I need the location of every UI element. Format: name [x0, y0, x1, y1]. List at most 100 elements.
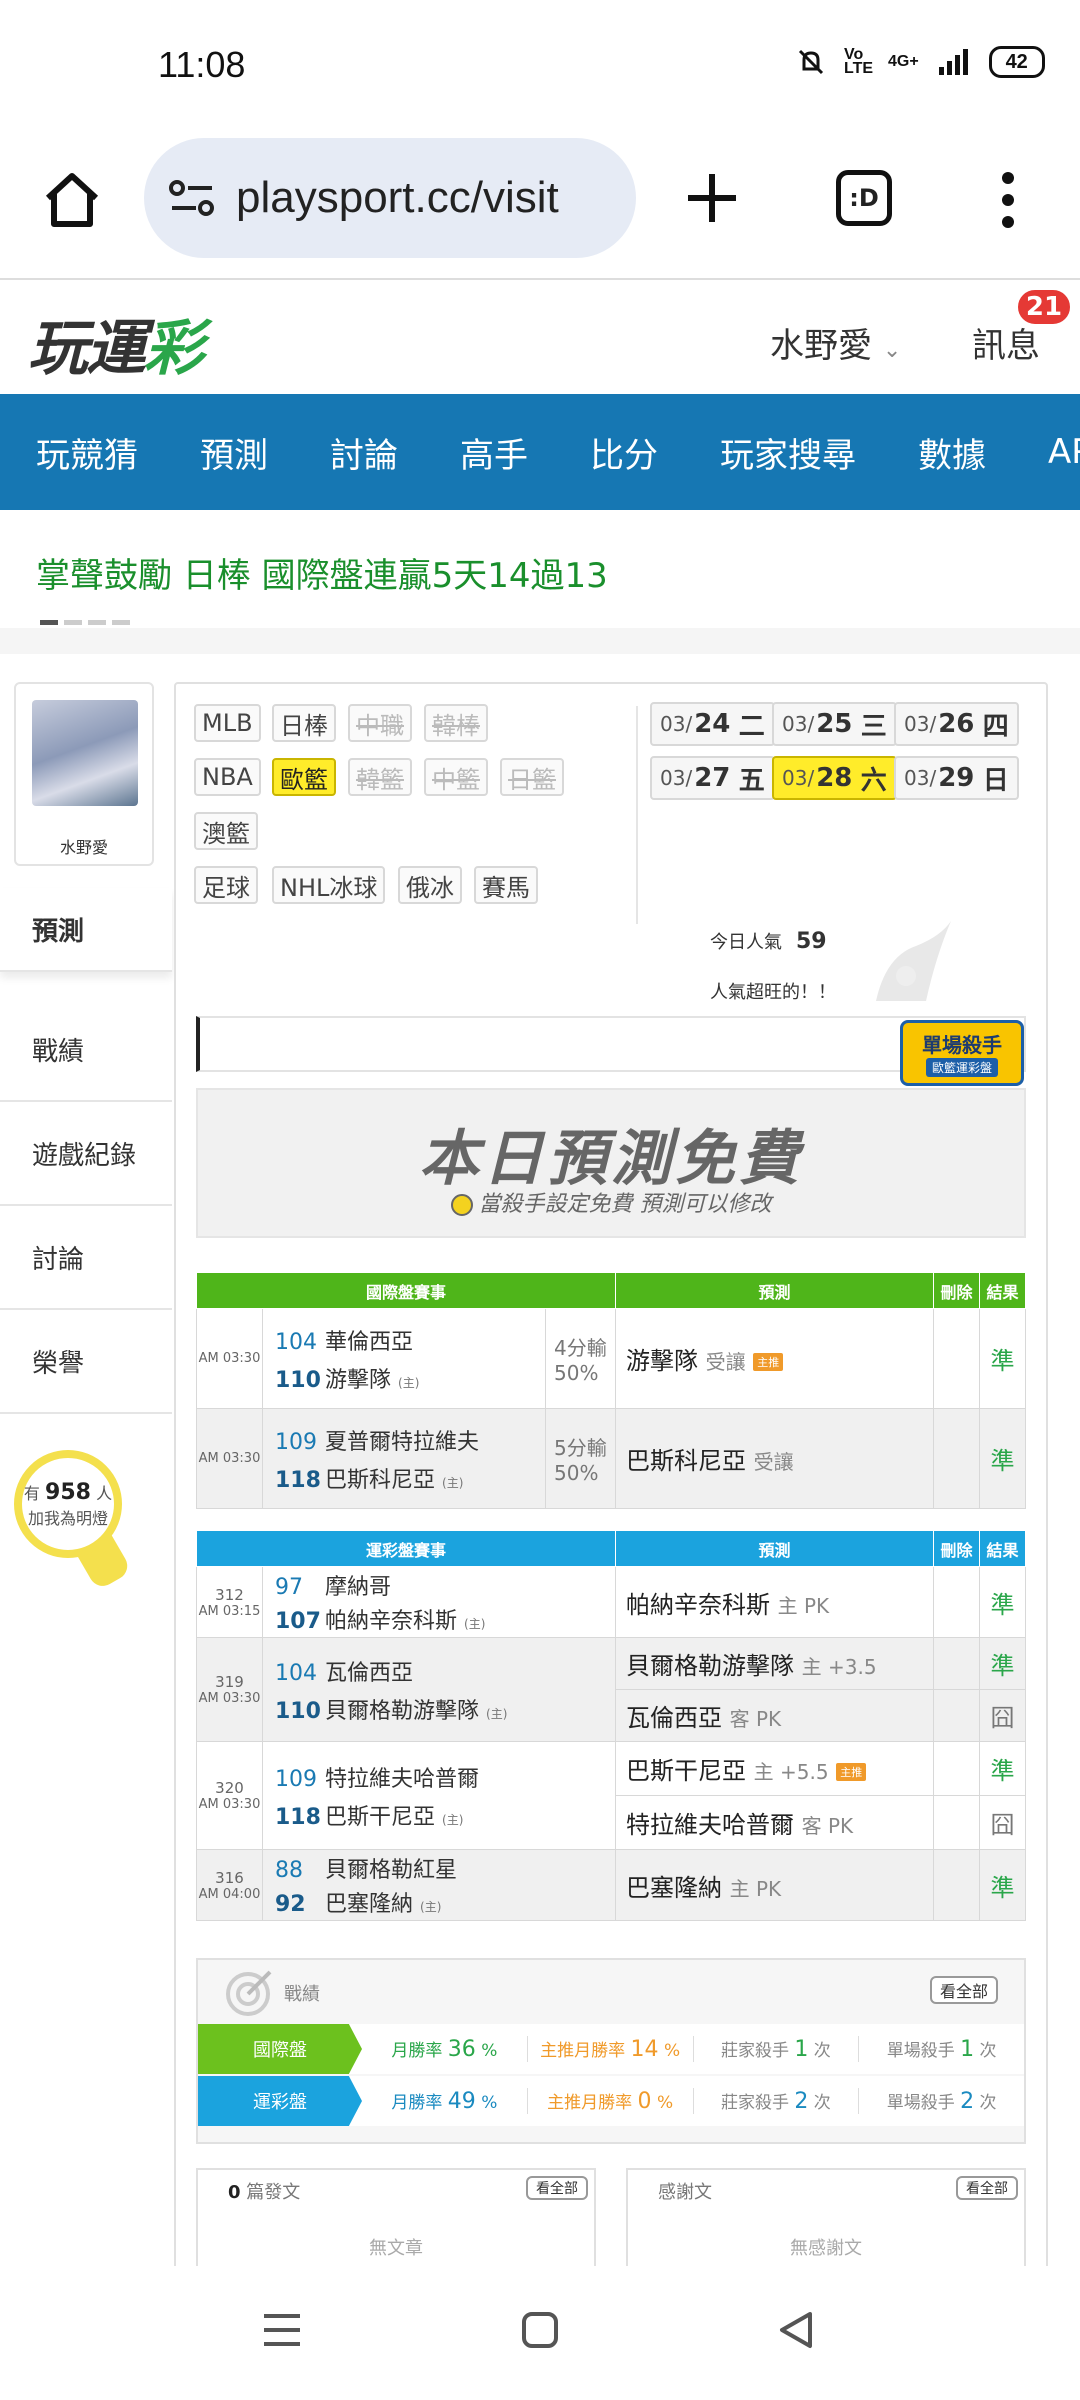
game-teams[interactable]: 104 瓦倫西亞 110 貝爾格勒游擊隊 (主) — [262, 1637, 616, 1742]
game-teams[interactable]: 97 摩納哥 107 帕納辛奈科斯 (主) — [262, 1566, 616, 1638]
sport-tag-mlb[interactable]: MLB — [194, 704, 261, 742]
date-tab-selected[interactable]: 03/28 六 — [772, 756, 897, 800]
game-teams[interactable]: 109 夏普爾特拉維夫 118 巴斯科尼亞 (主) — [262, 1408, 546, 1509]
prediction-pick: 游擊隊 受讓 主推 — [615, 1308, 934, 1409]
delete-cell — [933, 1849, 980, 1921]
user-menu[interactable]: 水野愛 ⌄ — [770, 318, 901, 367]
target-icon — [226, 1970, 272, 2016]
username-label: 水野愛 — [770, 326, 872, 366]
logo-text: 玩運 — [28, 314, 146, 384]
game-teams[interactable]: 104 華倫西亞 110 游擊隊 (主) — [262, 1308, 546, 1409]
site-settings-icon[interactable] — [168, 178, 216, 218]
see-all-posts-button[interactable]: 看全部 — [526, 2176, 588, 2200]
table-row: AM 03:30 104 華倫西亞 110 游擊隊 (主) 4分輸 50% 游擊隊 受… — [196, 1308, 1026, 1409]
sport-tag-cba: 中籃 — [424, 758, 488, 796]
new-tab-icon[interactable] — [684, 170, 740, 226]
side-tab-predictions[interactable]: 預測 — [0, 888, 172, 972]
divider — [636, 706, 638, 924]
sport-tag-soccer[interactable]: 足球 — [194, 866, 258, 904]
side-tab-honors[interactable]: 榮譽 — [0, 1310, 172, 1414]
home-nav-icon[interactable] — [520, 2310, 560, 2350]
nav-item-scores[interactable]: 比分 — [590, 428, 658, 477]
sport-tag-horse-racing[interactable]: 賽馬 — [474, 866, 538, 904]
record-row-intl: 國際盤 月勝率 36 % 主推月勝率 14 % 莊家殺手 1 次 單場殺手 1 … — [198, 2024, 1024, 2074]
follow-light-button[interactable]: 有 958 人 加我為明燈 — [14, 1450, 122, 1558]
overflow-menu-icon[interactable] — [996, 168, 1020, 232]
sport-tag-nba[interactable]: NBA — [194, 758, 261, 796]
divider — [0, 628, 1080, 654]
avatar-card[interactable]: 水野愛 — [14, 682, 154, 866]
see-all-thanks-button[interactable]: 看全部 — [956, 2176, 1018, 2200]
thanks-empty: 無感謝文 — [790, 2238, 862, 2259]
sport-tag-nbl[interactable]: 澳籃 — [194, 812, 258, 850]
nav-item-player-search[interactable]: 玩家搜尋 — [720, 428, 856, 477]
side-tab-game-log[interactable]: 遊戲紀錄 — [0, 1102, 172, 1206]
network-label: 4G+ — [888, 53, 919, 70]
sport-tag-kbo: 韓棒 — [424, 704, 488, 742]
mascot-icon — [876, 921, 951, 1001]
result-cell: 準 — [979, 1408, 1026, 1509]
delete-cell — [933, 1689, 980, 1742]
home-icon[interactable] — [40, 168, 104, 232]
monthly-win-rate: 月勝率 36 % — [391, 2037, 498, 2062]
banker-killer-count: 莊家殺手 1 次 — [692, 2036, 859, 2062]
logo-text-accent: 彩 — [144, 314, 204, 384]
recents-icon[interactable] — [262, 2310, 302, 2350]
game-odds: 4分輸 50% — [545, 1308, 616, 1409]
prediction-pick: 巴塞隆納 主 PK — [615, 1849, 934, 1921]
sport-tag-euroleague[interactable]: 歐籃 — [272, 758, 336, 796]
side-tab-discussion[interactable]: 討論 — [0, 1206, 172, 1310]
date-tab[interactable]: 03/29 日 — [894, 756, 1019, 800]
game-time: AM 03:30 — [196, 1408, 263, 1509]
see-all-record-button[interactable]: 看全部 — [930, 1976, 999, 2004]
avatar — [32, 700, 138, 806]
carousel-dot[interactable] — [64, 620, 82, 625]
site-header: 玩運彩 水野愛 ⌄ 訊息 — [0, 282, 1080, 394]
lottery-predictions-table: 運彩盤賽事 預測 刪除 結果 312 AM 03:15 97 摩納哥 107 帕納辛奈… — [196, 1530, 1026, 1921]
chevron-down-icon: ⌄ — [882, 338, 902, 363]
featured-win-rate: 主推月勝率 0 % — [526, 2088, 693, 2114]
back-icon[interactable] — [776, 2310, 816, 2350]
nav-item-experts[interactable]: 高手 — [460, 428, 528, 477]
side-tab-record[interactable]: 戰績 — [0, 998, 172, 1102]
carousel-dot[interactable] — [40, 620, 58, 625]
record-title: 戰績 — [284, 1984, 320, 2005]
sport-tag-nhl[interactable]: NHL冰球 — [272, 866, 386, 904]
date-tab[interactable]: 03/26 四 — [894, 702, 1019, 746]
table-row: 320 AM 03:30 109 特拉維夫哈普爾 118 巴斯干尼亞 (主) 巴斯干尼… — [196, 1741, 1026, 1850]
carousel-dot[interactable] — [88, 620, 106, 625]
col-header: 運彩盤賽事 — [196, 1530, 616, 1567]
coin-icon — [450, 1194, 473, 1216]
predictions-panel: MLB 日棒 中職 韓棒 NBA 歐籃 韓籃 中籃 日籃 澳籃 足球 NHL冰球… — [174, 682, 1048, 2282]
record-row-lottery: 運彩盤 月勝率 49 % 主推月勝率 0 % 莊家殺手 2 次 單場殺手 2 次 — [198, 2076, 1024, 2126]
avatar-name: 水野愛 — [59, 838, 108, 857]
banker-killer-count: 莊家殺手 2 次 — [692, 2088, 859, 2114]
prediction-pick: 瓦倫西亞 客 PK — [615, 1689, 934, 1742]
nav-item-data[interactable]: 數據 — [918, 428, 986, 477]
system-nav-bar — [0, 2266, 1080, 2400]
tab-switcher-button[interactable]: :D — [836, 170, 892, 226]
thanks-card: 感謝文 看全部 無感謝文 — [626, 2168, 1026, 2280]
nav-item-guess[interactable]: 玩競猜 — [36, 428, 138, 477]
table-row: 316 AM 04:00 88 貝爾格勒紅星 92 巴塞隆納 (主) 巴塞隆納 主 P… — [196, 1849, 1026, 1921]
carousel-dot[interactable] — [112, 620, 130, 625]
nav-item-predict[interactable]: 預測 — [200, 428, 268, 477]
game-teams[interactable]: 109 特拉維夫哈普爾 118 巴斯干尼亞 (主) — [262, 1741, 616, 1850]
date-tab[interactable]: 03/27 五 — [650, 756, 775, 800]
date-tab[interactable]: 03/24 二 — [650, 702, 775, 746]
intl-predictions-table: 國際盤賽事 預測 刪除 結果 AM 03:30 104 華倫西亞 110 游擊隊 (… — [196, 1272, 1026, 1509]
popularity-note: 人氣超旺的！！ — [710, 982, 836, 1003]
sport-tag-kbl: 韓籃 — [348, 758, 412, 796]
game-teams[interactable]: 88 貝爾格勒紅星 92 巴塞隆納 (主) — [262, 1849, 616, 1921]
nav-item-discuss[interactable]: 討論 — [330, 428, 398, 477]
result-cell: 準 — [979, 1637, 1026, 1690]
table-row: 312 AM 03:15 97 摩納哥 107 帕納辛奈科斯 (主) 帕納辛奈科斯 主… — [196, 1566, 1026, 1638]
nav-item-app[interactable]: APP — [1048, 432, 1080, 472]
address-bar[interactable]: playsport.cc/visit — [144, 138, 636, 258]
announcement-ticker[interactable]: 掌聲鼓勵 日棒 國際盤連贏5天14過13 — [36, 548, 608, 597]
site-logo[interactable]: 玩運彩 — [28, 300, 204, 387]
date-tab[interactable]: 03/25 三 — [772, 702, 897, 746]
col-header: 預測 — [615, 1272, 934, 1309]
sport-tag-npb[interactable]: 日棒 — [272, 704, 336, 742]
sport-tag-khl[interactable]: 俄冰 — [398, 866, 462, 904]
